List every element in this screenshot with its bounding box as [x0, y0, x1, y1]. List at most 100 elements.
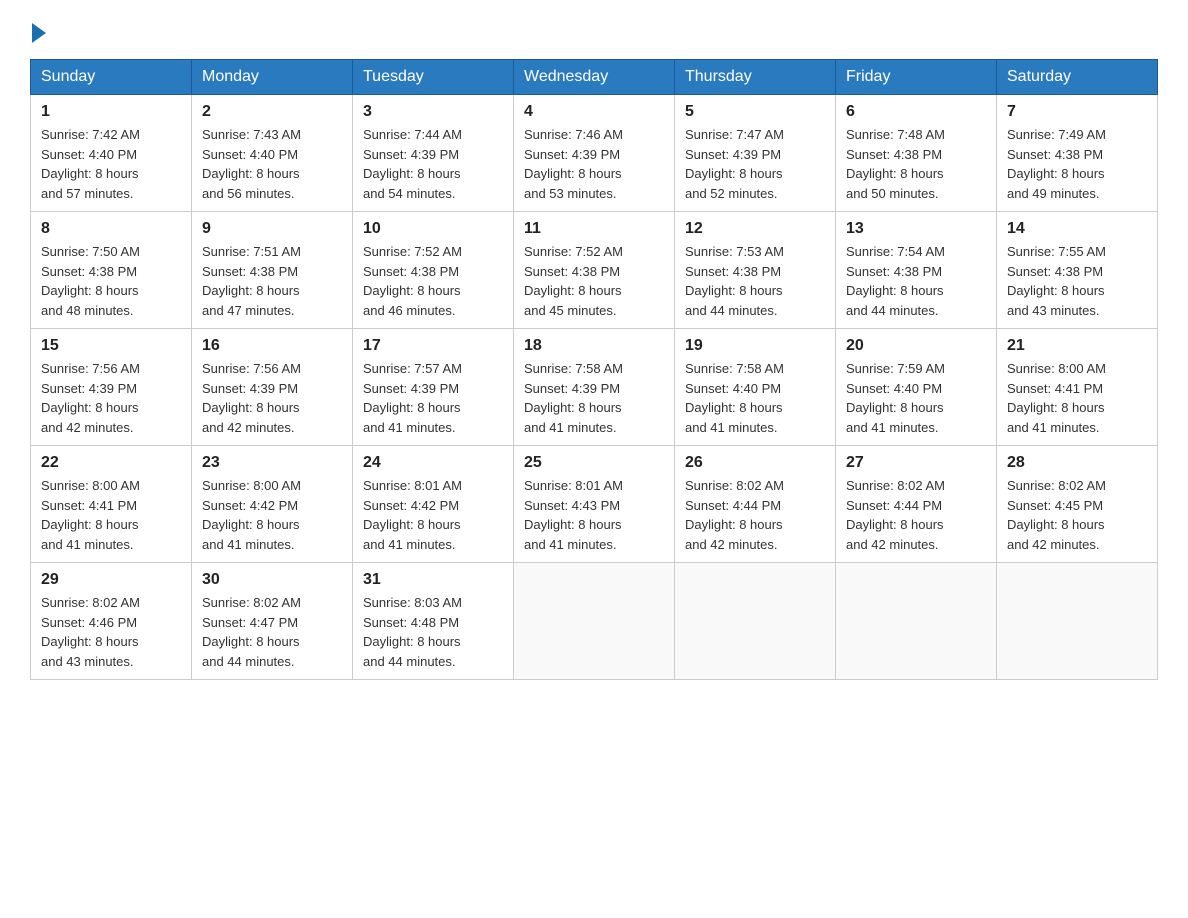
day-info: Sunrise: 7:56 AMSunset: 4:39 PMDaylight:…	[202, 361, 301, 435]
calendar-day-cell: 10 Sunrise: 7:52 AMSunset: 4:38 PMDaylig…	[353, 212, 514, 329]
day-info: Sunrise: 8:01 AMSunset: 4:43 PMDaylight:…	[524, 478, 623, 552]
day-info: Sunrise: 7:55 AMSunset: 4:38 PMDaylight:…	[1007, 244, 1106, 318]
day-number: 29	[41, 571, 181, 589]
day-number: 28	[1007, 454, 1147, 472]
day-info: Sunrise: 7:52 AMSunset: 4:38 PMDaylight:…	[524, 244, 623, 318]
day-number: 24	[363, 454, 503, 472]
day-number: 23	[202, 454, 342, 472]
day-number: 26	[685, 454, 825, 472]
day-of-week-header: Wednesday	[514, 60, 675, 95]
calendar-day-cell: 19 Sunrise: 7:58 AMSunset: 4:40 PMDaylig…	[675, 329, 836, 446]
calendar-day-cell: 21 Sunrise: 8:00 AMSunset: 4:41 PMDaylig…	[997, 329, 1158, 446]
day-of-week-header: Thursday	[675, 60, 836, 95]
calendar-day-cell: 31 Sunrise: 8:03 AMSunset: 4:48 PMDaylig…	[353, 563, 514, 680]
day-number: 11	[524, 220, 664, 238]
day-number: 16	[202, 337, 342, 355]
calendar-week-row: 8 Sunrise: 7:50 AMSunset: 4:38 PMDayligh…	[31, 212, 1158, 329]
calendar-week-row: 15 Sunrise: 7:56 AMSunset: 4:39 PMDaylig…	[31, 329, 1158, 446]
day-of-week-header: Sunday	[31, 60, 192, 95]
calendar-week-row: 22 Sunrise: 8:00 AMSunset: 4:41 PMDaylig…	[31, 446, 1158, 563]
day-number: 10	[363, 220, 503, 238]
day-number: 5	[685, 103, 825, 121]
calendar-day-cell: 3 Sunrise: 7:44 AMSunset: 4:39 PMDayligh…	[353, 95, 514, 212]
day-number: 6	[846, 103, 986, 121]
day-info: Sunrise: 8:02 AMSunset: 4:47 PMDaylight:…	[202, 595, 301, 669]
logo	[30, 20, 46, 39]
calendar-day-cell	[675, 563, 836, 680]
calendar-day-cell: 20 Sunrise: 7:59 AMSunset: 4:40 PMDaylig…	[836, 329, 997, 446]
calendar-day-cell: 23 Sunrise: 8:00 AMSunset: 4:42 PMDaylig…	[192, 446, 353, 563]
day-number: 17	[363, 337, 503, 355]
day-info: Sunrise: 7:53 AMSunset: 4:38 PMDaylight:…	[685, 244, 784, 318]
calendar-day-cell: 28 Sunrise: 8:02 AMSunset: 4:45 PMDaylig…	[997, 446, 1158, 563]
calendar-header-row: SundayMondayTuesdayWednesdayThursdayFrid…	[31, 60, 1158, 95]
calendar-week-row: 1 Sunrise: 7:42 AMSunset: 4:40 PMDayligh…	[31, 95, 1158, 212]
day-info: Sunrise: 7:44 AMSunset: 4:39 PMDaylight:…	[363, 127, 462, 201]
calendar-day-cell	[514, 563, 675, 680]
day-number: 3	[363, 103, 503, 121]
calendar-day-cell: 6 Sunrise: 7:48 AMSunset: 4:38 PMDayligh…	[836, 95, 997, 212]
calendar-table: SundayMondayTuesdayWednesdayThursdayFrid…	[30, 59, 1158, 680]
day-info: Sunrise: 7:46 AMSunset: 4:39 PMDaylight:…	[524, 127, 623, 201]
calendar-day-cell: 16 Sunrise: 7:56 AMSunset: 4:39 PMDaylig…	[192, 329, 353, 446]
calendar-day-cell: 8 Sunrise: 7:50 AMSunset: 4:38 PMDayligh…	[31, 212, 192, 329]
day-info: Sunrise: 7:51 AMSunset: 4:38 PMDaylight:…	[202, 244, 301, 318]
day-info: Sunrise: 8:01 AMSunset: 4:42 PMDaylight:…	[363, 478, 462, 552]
day-info: Sunrise: 7:49 AMSunset: 4:38 PMDaylight:…	[1007, 127, 1106, 201]
day-number: 30	[202, 571, 342, 589]
day-number: 1	[41, 103, 181, 121]
day-info: Sunrise: 8:02 AMSunset: 4:44 PMDaylight:…	[685, 478, 784, 552]
calendar-day-cell: 30 Sunrise: 8:02 AMSunset: 4:47 PMDaylig…	[192, 563, 353, 680]
calendar-day-cell: 4 Sunrise: 7:46 AMSunset: 4:39 PMDayligh…	[514, 95, 675, 212]
day-number: 4	[524, 103, 664, 121]
calendar-day-cell: 14 Sunrise: 7:55 AMSunset: 4:38 PMDaylig…	[997, 212, 1158, 329]
calendar-day-cell: 24 Sunrise: 8:01 AMSunset: 4:42 PMDaylig…	[353, 446, 514, 563]
day-info: Sunrise: 7:48 AMSunset: 4:38 PMDaylight:…	[846, 127, 945, 201]
day-number: 8	[41, 220, 181, 238]
page-header	[30, 20, 1158, 39]
day-number: 22	[41, 454, 181, 472]
day-number: 21	[1007, 337, 1147, 355]
day-info: Sunrise: 7:52 AMSunset: 4:38 PMDaylight:…	[363, 244, 462, 318]
calendar-day-cell: 2 Sunrise: 7:43 AMSunset: 4:40 PMDayligh…	[192, 95, 353, 212]
day-info: Sunrise: 7:57 AMSunset: 4:39 PMDaylight:…	[363, 361, 462, 435]
calendar-day-cell: 27 Sunrise: 8:02 AMSunset: 4:44 PMDaylig…	[836, 446, 997, 563]
day-of-week-header: Saturday	[997, 60, 1158, 95]
calendar-day-cell: 22 Sunrise: 8:00 AMSunset: 4:41 PMDaylig…	[31, 446, 192, 563]
day-info: Sunrise: 8:00 AMSunset: 4:41 PMDaylight:…	[1007, 361, 1106, 435]
day-info: Sunrise: 8:02 AMSunset: 4:45 PMDaylight:…	[1007, 478, 1106, 552]
day-info: Sunrise: 8:02 AMSunset: 4:44 PMDaylight:…	[846, 478, 945, 552]
day-info: Sunrise: 7:42 AMSunset: 4:40 PMDaylight:…	[41, 127, 140, 201]
day-number: 12	[685, 220, 825, 238]
day-info: Sunrise: 8:00 AMSunset: 4:41 PMDaylight:…	[41, 478, 140, 552]
day-info: Sunrise: 7:58 AMSunset: 4:40 PMDaylight:…	[685, 361, 784, 435]
calendar-day-cell: 25 Sunrise: 8:01 AMSunset: 4:43 PMDaylig…	[514, 446, 675, 563]
calendar-day-cell: 9 Sunrise: 7:51 AMSunset: 4:38 PMDayligh…	[192, 212, 353, 329]
day-info: Sunrise: 7:59 AMSunset: 4:40 PMDaylight:…	[846, 361, 945, 435]
calendar-week-row: 29 Sunrise: 8:02 AMSunset: 4:46 PMDaylig…	[31, 563, 1158, 680]
day-number: 7	[1007, 103, 1147, 121]
day-number: 27	[846, 454, 986, 472]
day-number: 20	[846, 337, 986, 355]
calendar-day-cell: 15 Sunrise: 7:56 AMSunset: 4:39 PMDaylig…	[31, 329, 192, 446]
day-number: 25	[524, 454, 664, 472]
day-info: Sunrise: 8:03 AMSunset: 4:48 PMDaylight:…	[363, 595, 462, 669]
day-info: Sunrise: 7:50 AMSunset: 4:38 PMDaylight:…	[41, 244, 140, 318]
calendar-day-cell: 1 Sunrise: 7:42 AMSunset: 4:40 PMDayligh…	[31, 95, 192, 212]
calendar-day-cell	[836, 563, 997, 680]
calendar-day-cell: 12 Sunrise: 7:53 AMSunset: 4:38 PMDaylig…	[675, 212, 836, 329]
day-of-week-header: Tuesday	[353, 60, 514, 95]
day-of-week-header: Monday	[192, 60, 353, 95]
calendar-day-cell: 7 Sunrise: 7:49 AMSunset: 4:38 PMDayligh…	[997, 95, 1158, 212]
calendar-day-cell: 17 Sunrise: 7:57 AMSunset: 4:39 PMDaylig…	[353, 329, 514, 446]
day-number: 18	[524, 337, 664, 355]
day-number: 9	[202, 220, 342, 238]
day-info: Sunrise: 8:02 AMSunset: 4:46 PMDaylight:…	[41, 595, 140, 669]
calendar-day-cell: 5 Sunrise: 7:47 AMSunset: 4:39 PMDayligh…	[675, 95, 836, 212]
day-number: 31	[363, 571, 503, 589]
logo-arrow-icon	[32, 23, 46, 43]
day-info: Sunrise: 8:00 AMSunset: 4:42 PMDaylight:…	[202, 478, 301, 552]
day-number: 2	[202, 103, 342, 121]
calendar-day-cell	[997, 563, 1158, 680]
day-of-week-header: Friday	[836, 60, 997, 95]
